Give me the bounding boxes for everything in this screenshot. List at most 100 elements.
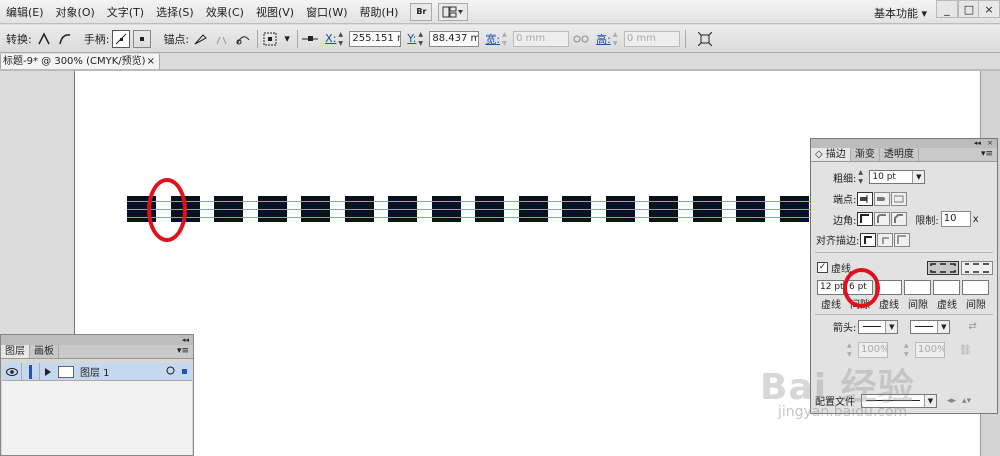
scale-row: ▲ ▼ 100% ▲ ▼ 100% ⛓: [811, 342, 997, 358]
x-label: X:: [325, 32, 337, 45]
weight-stepper[interactable]: ▲ ▼: [858, 169, 867, 185]
menu-window[interactable]: 窗口(W): [300, 4, 353, 20]
dash-3-input[interactable]: [933, 280, 960, 295]
weight-dropdown[interactable]: 10 pt ▼: [869, 170, 926, 184]
path-guide-line: [127, 201, 810, 202]
dashed-checkbox[interactable]: ✓: [817, 262, 828, 273]
close-document-button[interactable]: ×: [147, 54, 155, 69]
menu-select[interactable]: 选择(S): [150, 4, 200, 20]
gap-2-input[interactable]: [904, 280, 931, 295]
bridge-button[interactable]: Br: [410, 2, 433, 21]
tab-stroke[interactable]: ◇ 描边: [811, 148, 851, 161]
align-dashes-corners-button[interactable]: [927, 260, 959, 275]
gap-3-input[interactable]: [962, 280, 989, 295]
connect-anchor-icon[interactable]: [213, 30, 231, 48]
layer-lock-toggle[interactable]: [22, 362, 40, 381]
tab-transparency[interactable]: 透明度: [880, 148, 919, 161]
dash-3-label: 虚线: [937, 300, 957, 311]
selection-square-icon[interactable]: [181, 365, 188, 378]
restore-button[interactable]: □: [958, 0, 980, 18]
expand-triangle-icon[interactable]: [40, 363, 56, 381]
menu-view[interactable]: 视图(V): [250, 4, 300, 20]
menu-object[interactable]: 对象(O): [50, 4, 101, 20]
visibility-eye-icon[interactable]: [2, 362, 22, 381]
convert-smooth-icon[interactable]: [56, 30, 74, 48]
start-scale-stepper[interactable]: ▲ ▼: [847, 342, 856, 358]
path-guide-line: [127, 209, 810, 210]
chevron-down-icon: ▼: [937, 320, 950, 333]
profile-label: 配置文件: [815, 397, 855, 408]
align-outside-button[interactable]: [894, 232, 911, 247]
layers-panel-collapse[interactable]: ◂◂: [1, 335, 193, 345]
x-input[interactable]: 255.151 r: [349, 30, 402, 47]
width-stepper[interactable]: ▲ ▼: [502, 31, 511, 47]
align-inside-button[interactable]: [877, 232, 894, 247]
stroke-panel-tabs: ◇ 描边 渐变 透明度 ▾≡: [811, 148, 997, 162]
end-scale-stepper[interactable]: ▲ ▼: [904, 342, 913, 358]
stroke-panel-collapse[interactable]: ◂◂: [974, 139, 981, 147]
constrain-proportions-icon[interactable]: [572, 30, 590, 48]
profile-dropdown[interactable]: ▼: [861, 393, 937, 408]
convert-corner-icon[interactable]: [35, 30, 53, 48]
tab-artboards[interactable]: 画板: [30, 345, 59, 358]
y-stepper[interactable]: ▲ ▼: [418, 31, 427, 47]
align-center-button[interactable]: [860, 232, 877, 247]
workspace-switcher[interactable]: 基本功能 ▾: [874, 5, 927, 21]
link-scale-icon[interactable]: ⛓: [959, 345, 972, 356]
anchor-label: 锚点:: [163, 32, 190, 46]
chevron-down-icon: ▼: [912, 171, 925, 183]
divider: [815, 314, 993, 315]
dash-1-input[interactable]: 12 pt: [817, 280, 844, 295]
highlight-ellipse: [147, 178, 187, 242]
start-arrowhead-dropdown[interactable]: ▼: [858, 319, 899, 334]
hide-handles-icon[interactable]: [133, 29, 152, 48]
swap-arrowheads-icon[interactable]: ⇄: [968, 321, 976, 332]
document-tab[interactable]: 标题-9* @ 300% (CMYK/预览) ×: [0, 54, 160, 70]
height-stepper[interactable]: ▲ ▼: [613, 31, 622, 47]
tab-layers[interactable]: 图层: [1, 345, 30, 358]
layers-panel-menu[interactable]: ▾≡: [177, 346, 189, 356]
end-arrowhead-dropdown[interactable]: ▼: [910, 319, 951, 334]
flip-along-icon[interactable]: ◂▸: [947, 396, 956, 406]
minimize-button[interactable]: _: [936, 0, 958, 18]
menu-effect[interactable]: 效果(C): [200, 4, 250, 20]
arrange-grid-icon: [442, 6, 464, 17]
cut-path-icon[interactable]: [234, 30, 252, 48]
show-handles-icon[interactable]: [112, 29, 131, 48]
preserve-dash-lengths-button[interactable]: [961, 260, 993, 275]
flip-across-icon[interactable]: ▴▾: [962, 396, 971, 406]
menu-type[interactable]: 文字(T): [101, 4, 150, 20]
butt-cap-button[interactable]: [857, 191, 874, 206]
layer-color-swatch: [29, 364, 32, 379]
transform-options-icon[interactable]: ▾: [282, 30, 292, 48]
start-scale-input[interactable]: 100%: [858, 342, 888, 358]
close-window-button[interactable]: ×: [978, 0, 1000, 18]
isolate-object-icon[interactable]: [696, 30, 714, 48]
miter-join-button[interactable]: [857, 212, 874, 226]
width-input[interactable]: 0 mm: [513, 30, 570, 47]
limit-input[interactable]: 10: [940, 211, 971, 227]
y-input[interactable]: 88.437 mm: [429, 30, 480, 47]
cap-row: 端点:: [811, 191, 997, 206]
menu-bar: 编辑(E) 对象(O) 文字(T) 选择(S) 效果(C) 视图(V) 窗口(W…: [0, 0, 1000, 24]
reference-point-icon[interactable]: [261, 30, 279, 48]
chevron-down-icon: ▼: [885, 320, 898, 333]
tab-gradient[interactable]: 渐变: [851, 148, 880, 161]
stroke-panel-menu[interactable]: ▾≡: [981, 149, 993, 159]
arrange-documents-button[interactable]: [438, 2, 469, 21]
stroke-panel-close[interactable]: ×: [987, 139, 993, 147]
menu-help[interactable]: 帮助(H): [354, 4, 405, 20]
end-scale-input[interactable]: 100%: [915, 342, 945, 358]
round-cap-button[interactable]: [874, 191, 891, 206]
x-stepper[interactable]: ▲ ▼: [338, 31, 347, 47]
round-join-button[interactable]: [874, 212, 891, 226]
weight-label: 粗细:: [833, 173, 857, 185]
menu-edit[interactable]: 编辑(E): [0, 4, 50, 20]
height-input[interactable]: 0 mm: [623, 30, 680, 47]
bevel-join-button[interactable]: [891, 212, 908, 226]
remove-anchor-icon[interactable]: [192, 30, 210, 48]
projecting-cap-button[interactable]: [891, 191, 908, 206]
target-circle-icon[interactable]: [166, 365, 175, 378]
layer-row[interactable]: 图层 1: [2, 362, 192, 381]
layer-name[interactable]: 图层 1: [80, 364, 166, 379]
